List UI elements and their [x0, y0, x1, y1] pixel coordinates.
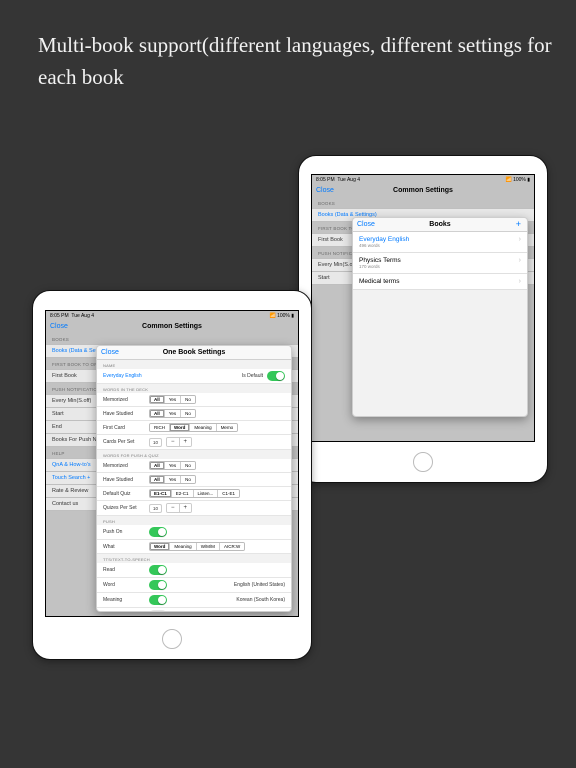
meaning-switch[interactable] [149, 595, 167, 605]
book-item[interactable]: Everyday English 496 words › [353, 232, 527, 253]
home-button[interactable] [162, 629, 182, 649]
books-modal-nav: Close Books + [353, 218, 527, 232]
ipad-device-left: 8:05 PM Tue Aug 4 📶 100% ▮ Close Common … [32, 290, 312, 660]
what-row: What Word Meaning W/M/M AICR:W [97, 540, 291, 554]
section-tts: TTS/TEXT-TO-SPEECH [97, 554, 291, 563]
first-card-row: First Card RICH Word Meaning Memo [97, 421, 291, 435]
screen-right: 8:05 PM Tue Aug 4 📶 100% ▮ Close Common … [311, 174, 535, 442]
memorized2-segment[interactable]: All Yes No [149, 461, 196, 470]
book-item[interactable]: Medical terms › [353, 274, 527, 290]
screen-left: 8:05 PM Tue Aug 4 📶 100% ▮ Close Common … [45, 310, 299, 617]
quizzes-stepper[interactable]: −+ [166, 503, 192, 513]
push-switch[interactable] [149, 527, 167, 537]
section-push-quiz: WORDS FOR PUSH & QUIZ [97, 450, 291, 459]
tts-meaning-row: Meaning Korean (South Korea) [97, 593, 291, 608]
memorized-row: Memorized All Yes No [97, 393, 291, 407]
quiz-segment[interactable]: E1-C1 E2-C1 Listen... C1-E1 [149, 489, 240, 498]
read-switch[interactable] [149, 565, 167, 575]
quizzes-value: 10 [149, 504, 162, 513]
cards-stepper[interactable]: −+ [166, 437, 192, 447]
default-quiz-row: Default Quiz E1-C1 E2-C1 Listen... C1-E1 [97, 487, 291, 501]
books-modal: Close Books + Everyday English 496 words… [352, 217, 528, 417]
nav-bar: Close Common Settings [46, 319, 298, 333]
memo-switch[interactable] [149, 610, 167, 612]
section-name: NAME [97, 360, 291, 369]
word-switch[interactable] [149, 580, 167, 590]
studied-segment[interactable]: All Yes No [149, 409, 196, 418]
tts-memo-row: Memo English (United States) [97, 608, 291, 612]
section-header-books: BOOKS [312, 197, 534, 208]
studied2-segment[interactable]: All Yes No [149, 475, 196, 484]
memorized2-row: Memorized All Yes No [97, 459, 291, 473]
book-item[interactable]: Physics Terms 170 words › [353, 253, 527, 274]
memorized-segment[interactable]: All Yes No [149, 395, 196, 404]
quizzes-per-set-row: Quizes Per Set 10 −+ [97, 501, 291, 516]
cards-per-set-row: Cards Per Set 10 −+ [97, 435, 291, 450]
home-button[interactable] [413, 452, 433, 472]
books-modal-title: Books [353, 221, 527, 228]
status-bar: 8:05 PM Tue Aug 4 📶 100% ▮ [312, 175, 534, 183]
what-segment[interactable]: Word Meaning W/M/M AICR:W [149, 542, 245, 551]
firstcard-segment[interactable]: RICH Word Meaning Memo [149, 423, 238, 432]
one-book-nav: Close One Book Settings [97, 346, 291, 360]
is-default-switch[interactable] [267, 371, 285, 381]
book-name-row[interactable]: Everyday English Is Default [97, 369, 291, 384]
have-studied-row: Have Studied All Yes No [97, 407, 291, 421]
cards-value: 10 [149, 438, 162, 447]
nav-bar: Close Common Settings [312, 183, 534, 197]
page-title: Common Settings [312, 187, 534, 194]
chevron-right-icon: › [519, 278, 521, 285]
one-book-modal: Close One Book Settings NAME Everyday En… [96, 345, 292, 612]
push-on-row: Push On [97, 525, 291, 540]
chevron-right-icon: › [519, 257, 521, 264]
section-deck: WORDS IN THE DECK [97, 384, 291, 393]
add-icon[interactable]: + [516, 220, 521, 229]
status-bar: 8:05 PM Tue Aug 4 📶 100% ▮ [46, 311, 298, 319]
page-title: Common Settings [46, 323, 298, 330]
tts-read-row: Read [97, 563, 291, 578]
promo-headline: Multi-book support(different languages, … [38, 30, 556, 93]
have-studied2-row: Have Studied All Yes No [97, 473, 291, 487]
one-book-title: One Book Settings [97, 349, 291, 356]
section-push: PUSH [97, 516, 291, 525]
ipad-device-right: 8:05 PM Tue Aug 4 📶 100% ▮ Close Common … [298, 155, 548, 483]
tts-word-row: Word English (United States) [97, 578, 291, 593]
section-header-books: BOOKS [46, 333, 298, 344]
chevron-right-icon: › [519, 236, 521, 243]
